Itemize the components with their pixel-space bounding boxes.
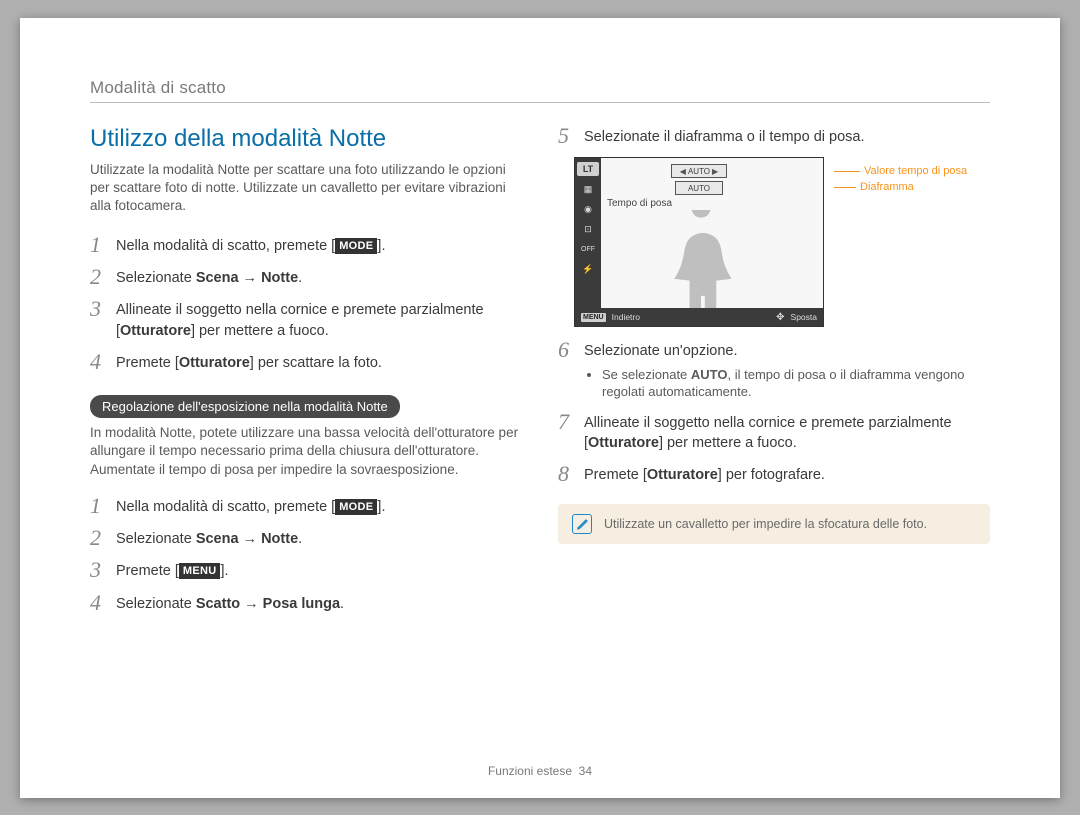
bullet-item: Se selezionate AUTO, il tempo di posa o …: [602, 366, 990, 401]
lcd-move-label: Sposta: [791, 312, 817, 322]
step-text: Selezionate Scena → Notte.: [116, 527, 522, 549]
lcd-off-icon: OFF: [579, 242, 597, 256]
dpad-icon: ✥: [776, 312, 784, 323]
lt-badge: LT: [577, 162, 599, 176]
step-number: 7: [558, 411, 574, 433]
step-number: 2: [90, 527, 106, 549]
lcd-sidebar: LT ▦ ◉ ⊡ OFF ⚡: [575, 158, 601, 326]
lcd-timer-icon: ⊡: [579, 222, 597, 236]
right-column: 5 Selezionate il diaframma o il tempo di…: [558, 125, 990, 624]
steps-right-cont: 6 Selezionate un'opzione. Se selezionate…: [558, 339, 990, 485]
step-number: 6: [558, 339, 574, 361]
lcd-shutter-value: ◀ AUTO ▶: [671, 164, 727, 178]
step-text: Selezionate un'opzione. Se selezionate A…: [584, 339, 990, 400]
lcd-aperture-value: AUTO: [675, 181, 723, 195]
step-text: Premete [Otturatore] per scattare la fot…: [116, 351, 522, 373]
footer-section: Funzioni estese: [488, 764, 572, 778]
mode-button-label: MODE: [335, 499, 377, 515]
step-text: Allineate il soggetto nella cornice e pr…: [116, 298, 522, 341]
step-number: 4: [90, 351, 106, 373]
right-arrow-icon: ▶: [710, 167, 720, 176]
step-text: Premete [Otturatore] per fotografare.: [584, 463, 990, 485]
footer-page-number: 34: [579, 764, 592, 778]
lcd-bottom-bar: MENU Indietro ✥ Sposta: [575, 308, 823, 326]
lcd-grid-icon: ▦: [579, 182, 597, 196]
lcd-flash-icon: ⚡: [579, 262, 597, 276]
left-column: Utilizzo della modalità Notte Utilizzate…: [90, 125, 522, 624]
note-text: Utilizzate un cavalletto per impedire la…: [604, 517, 927, 531]
step-number: 3: [90, 559, 106, 581]
callout-shutter: Valore tempo di posa: [834, 165, 967, 177]
steps-exposure: 1 Nella modalità di scatto, premete [MOD…: [90, 495, 522, 614]
lcd-back-label: Indietro: [612, 312, 640, 322]
left-arrow-icon: ◀: [678, 167, 688, 176]
subheading-pill: Regolazione dell'esposizione nella modal…: [90, 395, 400, 418]
step-number: 3: [90, 298, 106, 320]
lcd-camera-icon: ◉: [579, 202, 597, 216]
step-text: Selezionate Scena → Notte.: [116, 266, 522, 288]
header-rule: [90, 102, 990, 103]
step-number: 8: [558, 463, 574, 485]
step-number: 1: [90, 234, 106, 256]
lcd-illustration: LT ▦ ◉ ⊡ OFF ⚡ ◀ AUTO ▶ AUTO: [574, 157, 990, 327]
note-icon: [572, 514, 592, 534]
step-text: Allineate il soggetto nella cornice e pr…: [584, 411, 990, 454]
step-text: Selezionate Scatto → Posa lunga.: [116, 592, 522, 614]
subheading-text: In modalità Notte, potete utilizzare una…: [90, 424, 522, 479]
steps-right: 5 Selezionate il diaframma o il tempo di…: [558, 125, 990, 147]
step-number: 2: [90, 266, 106, 288]
steps-main: 1 Nella modalità di scatto, premete [MOD…: [90, 234, 522, 373]
manual-page: Modalità di scatto Utilizzo della modali…: [20, 18, 1060, 798]
section-title: Utilizzo della modalità Notte: [90, 125, 522, 153]
step-number: 1: [90, 495, 106, 517]
camera-lcd: LT ▦ ◉ ⊡ OFF ⚡ ◀ AUTO ▶ AUTO: [574, 157, 824, 327]
page-footer: Funzioni estese 34: [20, 764, 1060, 778]
note-box: Utilizzate un cavalletto per impedire la…: [558, 504, 990, 544]
step-text: Selezionate il diaframma o il tempo di p…: [584, 125, 990, 147]
section-intro: Utilizzate la modalità Notte per scattar…: [90, 161, 522, 216]
menu-button-label: MENU: [179, 563, 221, 579]
lcd-menu-tag: MENU: [581, 313, 606, 322]
step-text: Nella modalità di scatto, premete [MODE]…: [116, 495, 522, 517]
step-text: Nella modalità di scatto, premete [MODE]…: [116, 234, 522, 256]
lcd-exposure-label: Tempo di posa: [607, 198, 672, 209]
step-number: 5: [558, 125, 574, 147]
running-header: Modalità di scatto: [90, 78, 990, 98]
mode-button-label: MODE: [335, 238, 377, 254]
two-column-layout: Utilizzo della modalità Notte Utilizzate…: [90, 125, 990, 624]
person-silhouette-icon: [661, 210, 741, 315]
step-number: 4: [90, 592, 106, 614]
step-text: Premete [MENU].: [116, 559, 522, 581]
callout-aperture: Diaframma: [834, 181, 914, 193]
